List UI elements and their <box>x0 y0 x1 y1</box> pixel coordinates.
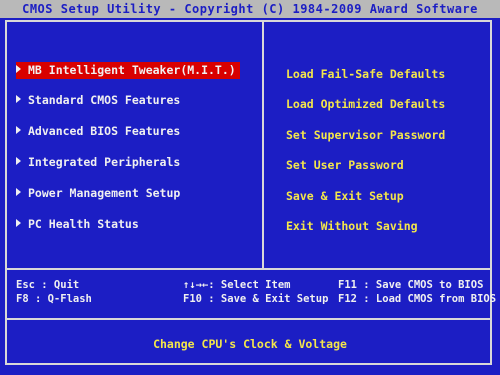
arrow-right-icon <box>16 95 21 103</box>
save-and-exit-setup[interactable]: Save & Exit Setup <box>286 188 404 205</box>
set-user-password[interactable]: Set User Password <box>286 157 404 174</box>
menu-item-integrated-peripherals[interactable]: Integrated Peripherals <box>16 154 180 171</box>
legend-f11: F11 : Save CMOS to BIOS <box>338 279 484 291</box>
arrow-right-icon <box>16 65 21 73</box>
menu-item-power-management[interactable]: Power Management Setup <box>16 185 180 202</box>
menu-item-label: Power Management Setup <box>28 186 181 200</box>
menu-item-label: Integrated Peripherals <box>28 155 181 169</box>
menu-item-advanced-bios[interactable]: Advanced BIOS Features <box>16 123 180 140</box>
legend-esc: Esc : Quit <box>16 279 80 291</box>
menu-item-label: Standard CMOS Features <box>28 93 181 107</box>
menu-item-label: Advanced BIOS Features <box>28 124 181 138</box>
legend-divider <box>5 268 492 270</box>
help-divider <box>5 318 492 320</box>
arrow-right-icon <box>16 188 21 196</box>
bios-screen: CMOS Setup Utility - Copyright (C) 1984-… <box>0 0 500 375</box>
load-optimized-defaults[interactable]: Load Optimized Defaults <box>286 96 445 113</box>
help-text: Change CPU's Clock & Voltage <box>153 337 347 351</box>
menu-item-standard-cmos[interactable]: Standard CMOS Features <box>16 92 180 109</box>
arrow-right-icon <box>16 219 21 227</box>
menu-item-label: PC Health Status <box>28 217 139 231</box>
column-divider <box>262 20 264 270</box>
title-bar: CMOS Setup Utility - Copyright (C) 1984-… <box>0 0 500 18</box>
legend-f12: F12 : Load CMOS from BIOS <box>338 293 497 305</box>
set-supervisor-password[interactable]: Set Supervisor Password <box>286 127 445 144</box>
menu-item-mit[interactable]: MB Intelligent Tweaker(M.I.T.) <box>16 62 240 79</box>
arrow-right-icon <box>16 157 21 165</box>
menu-item-pc-health[interactable]: PC Health Status <box>16 216 139 233</box>
legend-select: ↑↓→←: Select Item <box>183 279 291 291</box>
load-fail-safe-defaults[interactable]: Load Fail-Safe Defaults <box>286 66 445 83</box>
menu-item-label: MB Intelligent Tweaker(M.I.T.) <box>28 63 236 77</box>
legend-f8: F8 : Q-Flash <box>16 293 92 305</box>
legend-f10: F10 : Save & Exit Setup <box>183 293 329 305</box>
arrow-right-icon <box>16 126 21 134</box>
exit-without-saving[interactable]: Exit Without Saving <box>286 218 418 235</box>
